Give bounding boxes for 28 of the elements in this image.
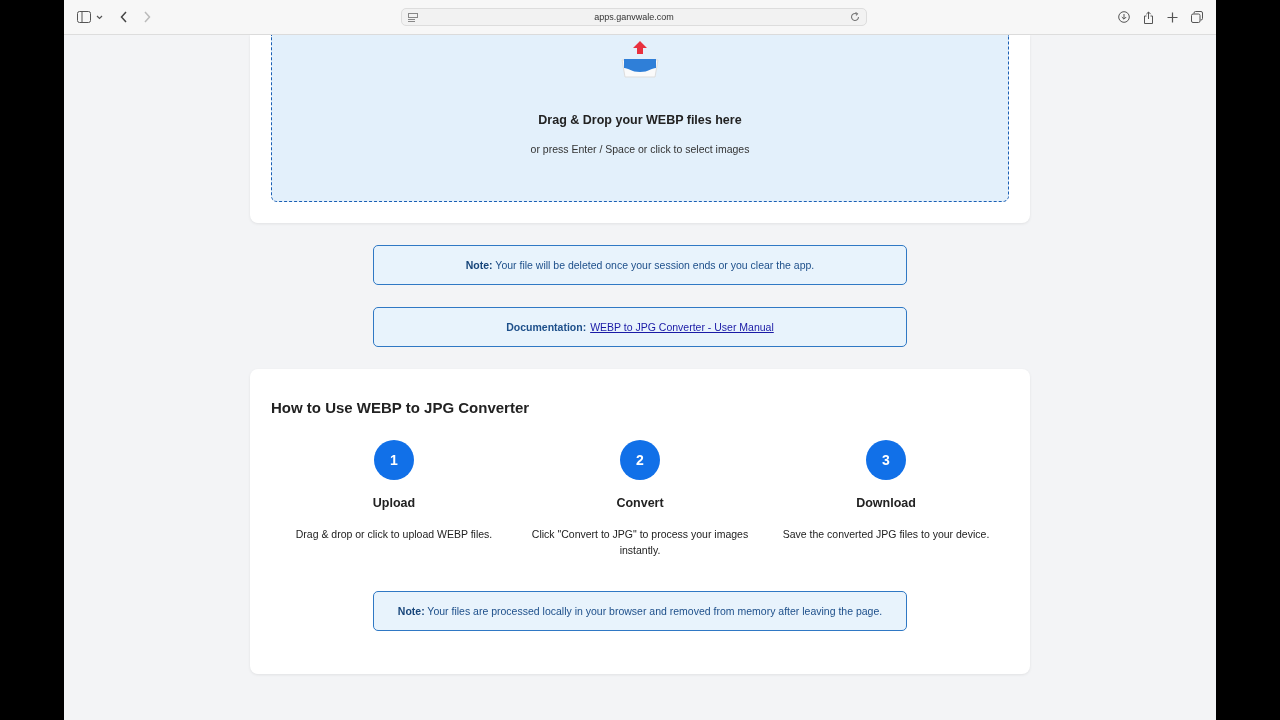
- drop-title: Drag & Drop your WEBP files here: [538, 113, 742, 127]
- reader-icon[interactable]: [408, 12, 418, 22]
- back-icon[interactable]: [120, 11, 128, 23]
- upload-tray-icon: [619, 40, 661, 80]
- note-text: Note: Your file will be deleted once your session ends or you clear the app.: [465, 259, 815, 271]
- address-bar[interactable]: apps.ganvwale.com: [401, 8, 867, 26]
- note-text: Note: Your files are processed locally in your browser and removed from memory after leaving the page.: [397, 605, 883, 617]
- drop-zone[interactable]: Drag & Drop your WEBP files here or press Enter / Space or click to select images: [271, 35, 1009, 202]
- step-number: 3: [866, 440, 906, 480]
- step-description: Click "Convert to JPG" to process your images instantly.: [530, 527, 750, 558]
- section-title: How to Use WEBP to JPG Converter: [271, 399, 531, 416]
- step-title: Convert: [616, 496, 664, 510]
- drop-hint: or press Enter / Space or click to select images: [530, 143, 750, 155]
- chevron-down-icon[interactable]: [96, 14, 103, 20]
- tabs-icon[interactable]: [1191, 11, 1203, 23]
- download-icon[interactable]: [1118, 11, 1130, 23]
- step-description: Drag & drop or click to upload WEBP files.: [295, 527, 493, 542]
- step-number: 1: [374, 440, 414, 480]
- step-number: 2: [620, 440, 660, 480]
- documentation-label: Documentation:: [506, 321, 587, 333]
- manual-link[interactable]: WEBP to JPG Converter - User Manual: [590, 321, 774, 333]
- reload-icon[interactable]: [850, 12, 860, 22]
- plus-icon[interactable]: [1167, 11, 1178, 23]
- sidebar-icon[interactable]: [77, 11, 91, 23]
- share-icon[interactable]: [1143, 10, 1154, 24]
- step-title: Upload: [372, 496, 416, 510]
- step-title: Download: [856, 496, 916, 510]
- step-description: Save the converted JPG files to your device.: [782, 527, 990, 542]
